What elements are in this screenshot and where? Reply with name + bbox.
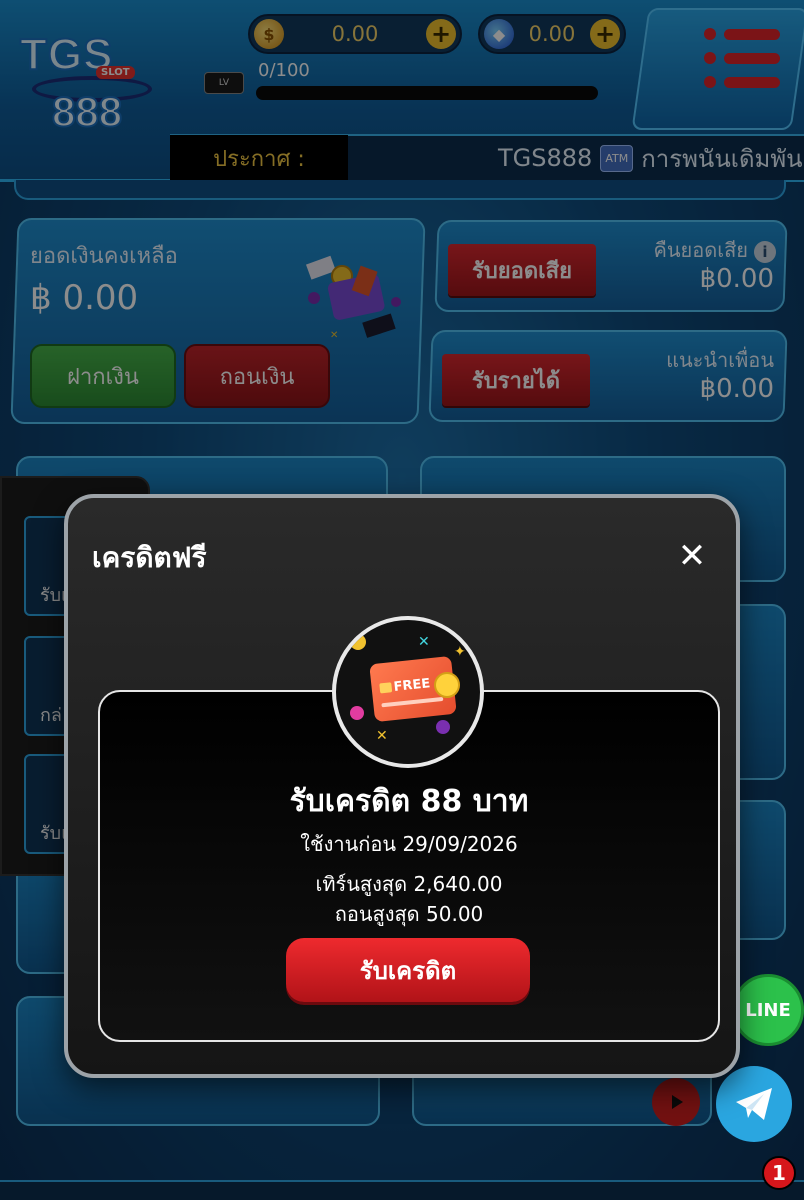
level-progress-text: 0/100 [258, 60, 310, 81]
close-icon[interactable]: ✕ [672, 536, 712, 576]
coin-balance-pill: $ 0.00 + [248, 14, 462, 54]
gem-icon: ◆ [484, 19, 514, 49]
gem-balance-value: 0.00 [528, 22, 576, 46]
youtube-icon[interactable] [652, 1078, 700, 1126]
announcement-ticker: TGS888 ATM การพนันเดิมพัน [348, 139, 804, 178]
claim-credit-button[interactable]: รับเครดิต [286, 938, 530, 1002]
ticker-brand: TGS888 [498, 144, 593, 172]
info-icon[interactable]: i [754, 241, 776, 263]
free-credit-card-icon: ✕ ✦ FREE ✕ [332, 616, 484, 768]
logo-badge: SLOT [96, 66, 135, 79]
gem-balance-pill: ◆ 0.00 + [478, 14, 626, 54]
balance-title: ยอดเงินคงเหลือ [30, 244, 178, 269]
announcement-bar: ประกาศ : TGS888 ATM การพนันเดิมพัน [170, 134, 804, 181]
free-credit-modal: เครดิตฟรี ✕ ✕ ✦ FREE ✕ รับเครดิต 88 บาท … [64, 494, 740, 1078]
line-chat-button[interactable]: LINE [732, 974, 804, 1046]
claim-referral-button[interactable]: รับรายได้ [442, 354, 590, 406]
coin-balance-value: 0.00 [331, 22, 379, 46]
atm-icon: ATM [600, 144, 634, 172]
header-panel-strip [14, 180, 786, 200]
max-turnover-text: เทิร์นสูงสุด 2,640.00 [315, 872, 503, 896]
expiry-text: ใช้งานก่อน 29/09/2026 [300, 832, 518, 856]
logo-number: 888 [51, 87, 123, 136]
bottom-nav-bar [0, 1180, 804, 1200]
deposit-button[interactable]: ฝากเงิน [30, 344, 176, 408]
cashback-title: คืนยอดเสีย i [600, 234, 776, 266]
balance-value: ฿ 0.00 [30, 278, 139, 318]
add-coin-button[interactable]: + [426, 19, 456, 49]
top-bar: TGS SLOT 888 $ 0.00 + ◆ 0.00 + LV 0/100 … [0, 0, 804, 182]
hamburger-menu-icon[interactable] [704, 28, 784, 88]
announcement-label: ประกาศ : [170, 135, 348, 181]
add-gem-button[interactable]: + [590, 19, 620, 49]
coin-icon: $ [254, 19, 284, 49]
max-withdraw-text: ถอนสูงสุด 50.00 [334, 902, 484, 926]
cashback-value: ฿0.00 [699, 264, 774, 294]
level-progress-bar [256, 86, 598, 100]
level-badge-icon: LV [204, 72, 244, 94]
withdraw-button[interactable]: ถอนเงิน [184, 344, 330, 408]
referral-title: แนะนำเพื่อน [666, 348, 774, 372]
svg-text:✕: ✕ [330, 330, 338, 340]
claim-cashback-button[interactable]: รับยอดเสีย [448, 244, 596, 296]
modal-title: เครดิตฟรี [92, 541, 207, 574]
referral-value: ฿0.00 [699, 374, 774, 404]
telegram-icon[interactable] [716, 1066, 792, 1142]
notification-badge[interactable]: 1 [762, 1156, 796, 1190]
free-label: FREE [392, 676, 431, 695]
wallet-illustration-icon: ✕ [305, 255, 401, 340]
credit-heading: รับเครดิต 88 บาท [289, 784, 529, 819]
ticker-text: การพนันเดิมพัน [641, 144, 803, 173]
tgs888-logo[interactable]: TGS SLOT 888 [10, 22, 160, 142]
